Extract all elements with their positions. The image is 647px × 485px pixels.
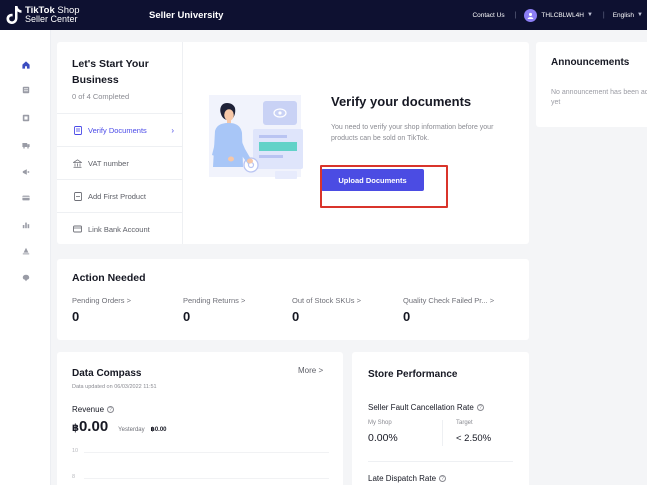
- document-icon: [73, 125, 82, 135]
- metric-pending-returns[interactable]: Pending Returns > 0: [183, 296, 245, 324]
- setup-steps: Let's Start Your Business 0 of 4 Complet…: [57, 42, 183, 244]
- verify-documents-description: You need to verify your shop information…: [331, 124, 494, 142]
- verify-documents-title: Verify your documents: [331, 94, 472, 109]
- divider: [442, 420, 443, 446]
- metric-value: 0: [403, 309, 411, 324]
- metric-value: 0: [72, 309, 80, 324]
- chart-gridline: [84, 452, 329, 453]
- separator: |: [514, 11, 517, 19]
- metric-value: 0: [183, 309, 191, 324]
- store-performance-card: Store Performance Seller Fault Cancellat…: [352, 352, 529, 485]
- step-vat-number[interactable]: VAT number: [57, 146, 183, 179]
- metric-pending-orders[interactable]: Pending Orders > 0: [72, 296, 131, 324]
- metric-label: Quality Check Failed Pr... >: [403, 296, 495, 305]
- revenue-amount: 0.00: [78, 418, 109, 435]
- currency-symbol: ฿: [72, 423, 79, 434]
- building-icon: [73, 158, 82, 168]
- metric-label: Pending Returns >: [183, 296, 246, 305]
- metric-out-of-stock-skus[interactable]: Out of Stock SKUs > 0: [292, 296, 361, 324]
- data-compass-card: Data Compass More > Data updated on 06/0…: [57, 352, 343, 485]
- step-label: VAT number: [88, 158, 129, 168]
- help-icon[interactable]: ?: [107, 406, 115, 413]
- setup-progress: 0 of 4 Completed: [72, 92, 130, 101]
- help-icon[interactable]: ?: [439, 475, 447, 482]
- tiktok-shop-logo[interactable]: TikTok Shop Seller Center: [6, 5, 126, 25]
- upload-documents-button[interactable]: Upload Documents: [321, 169, 424, 191]
- account-menu[interactable]: THLCBLWL4H ▼: [524, 8, 593, 22]
- store-performance-title: Store Performance: [368, 369, 458, 380]
- seller-university-link[interactable]: Seller University: [149, 10, 223, 21]
- service-icon[interactable]: [22, 274, 30, 282]
- verify-documents-illustration: [205, 95, 310, 191]
- step-verify-documents[interactable]: Verify Documents ›: [57, 113, 183, 146]
- chart-gridline: [84, 478, 329, 479]
- revenue-label: Revenue ?: [72, 405, 115, 414]
- announcements-empty-text: No announcement has been added yet: [551, 89, 647, 106]
- divider: [368, 461, 513, 462]
- target-label: Target: [456, 420, 473, 426]
- chart-axis-label: 8: [72, 474, 76, 480]
- separator: |: [602, 11, 605, 19]
- more-link[interactable]: More >: [298, 366, 323, 375]
- chevron-right-icon: ›: [171, 125, 174, 135]
- marketing-icon[interactable]: [22, 168, 30, 176]
- data-compass-title: Data Compass: [72, 368, 142, 379]
- announcements-title: Announcements: [551, 57, 630, 68]
- step-add-first-product[interactable]: Add First Product: [57, 179, 183, 212]
- metric-label: Pending Orders >: [72, 296, 131, 305]
- metric-value: 0: [292, 309, 300, 324]
- contact-us-link[interactable]: Contact Us: [472, 12, 504, 19]
- step-label: Link Bank Account: [88, 224, 150, 234]
- action-needed-title: Action Needed: [72, 272, 146, 284]
- sidebar: [0, 30, 51, 485]
- seller-fault-cancellation-rate-title: Seller Fault Cancellation Rate ?: [368, 403, 484, 412]
- shipping-icon[interactable]: [22, 141, 30, 149]
- account-id: THLCBLWL4H: [541, 11, 584, 19]
- revenue-value: ฿ 0.00 Yesterday ฿0.00: [72, 418, 167, 435]
- chevron-down-icon: ▼: [586, 12, 593, 18]
- growth-icon[interactable]: [22, 247, 30, 255]
- my-shop-value: 0.00%: [368, 432, 398, 444]
- brand-subtitle: Seller Center: [25, 14, 78, 24]
- data-updated-timestamp: Data updated on 06/03/2022 11:51: [72, 384, 157, 390]
- late-dispatch-rate-title: Late Dispatch Rate ?: [368, 474, 447, 483]
- yesterday-label: Yesterday: [118, 427, 145, 433]
- setup-title: Let's Start Your Business: [72, 58, 149, 86]
- yesterday-value: ฿0.00: [150, 427, 167, 433]
- finance-icon[interactable]: [22, 194, 30, 202]
- chevron-down-icon: ▼: [637, 12, 643, 18]
- metric-label: Out of Stock SKUs >: [292, 296, 361, 305]
- avatar-icon: [524, 8, 538, 22]
- tiktok-logo-icon: [6, 5, 22, 25]
- product-icon: [73, 191, 82, 201]
- metric-quality-check-failed[interactable]: Quality Check Failed Pr... > 0: [403, 296, 494, 324]
- language-selector[interactable]: English ▼: [613, 12, 643, 19]
- chart-axis-label: 10: [72, 448, 79, 454]
- language-label: English: [612, 11, 635, 19]
- orders-icon[interactable]: [22, 86, 30, 94]
- target-value: < 2.50%: [456, 433, 492, 444]
- step-link-bank-account[interactable]: Link Bank Account: [57, 212, 183, 245]
- announcements-card: Announcements No announcement has been a…: [536, 42, 647, 127]
- products-icon[interactable]: [22, 114, 30, 122]
- getting-started-card: Let's Start Your Business 0 of 4 Complet…: [57, 42, 529, 244]
- help-icon[interactable]: ?: [476, 404, 484, 411]
- action-needed-card: Action Needed Pending Orders > 0 Pending…: [57, 259, 529, 340]
- analytics-icon[interactable]: [22, 221, 30, 229]
- step-label: Verify Documents: [88, 125, 147, 135]
- step-label: Add First Product: [88, 191, 146, 201]
- my-shop-label: My Shop: [368, 420, 392, 426]
- top-navigation-bar: TikTok Shop Seller Center Seller Univers…: [0, 0, 647, 30]
- bank-card-icon: [73, 225, 82, 234]
- home-icon[interactable]: [22, 61, 30, 69]
